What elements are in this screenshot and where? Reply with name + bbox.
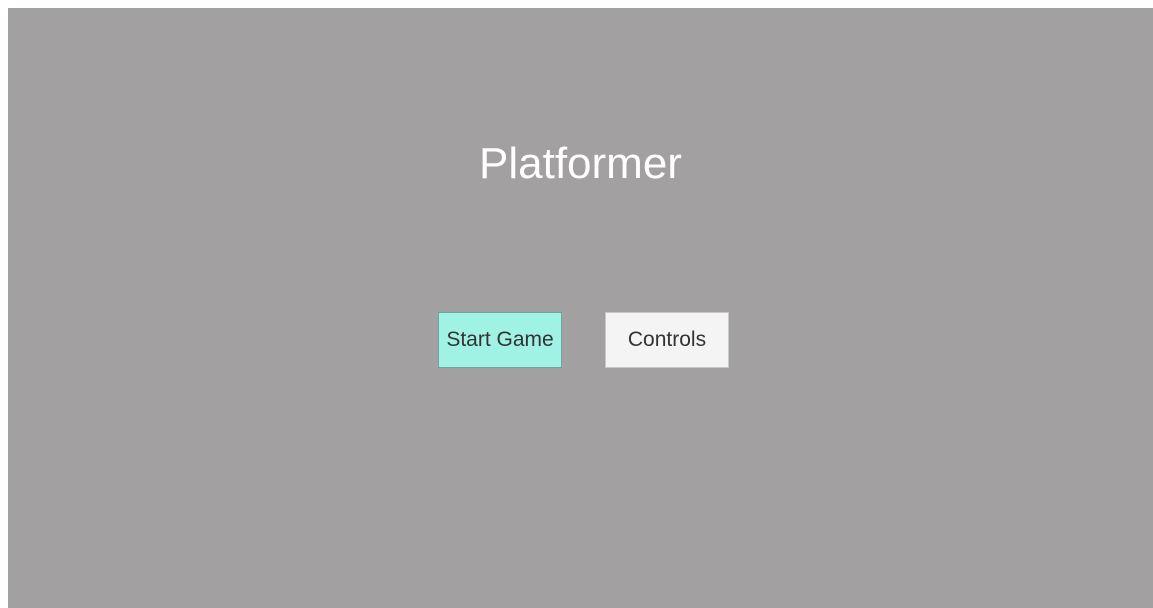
start-game-button[interactable]: Start Game [438, 312, 562, 368]
controls-label: Controls [627, 328, 707, 351]
start-game-label: Start Game [446, 328, 554, 351]
controls-button[interactable]: Controls [605, 312, 729, 368]
main-menu-screen: Platformer Start Game Controls [8, 8, 1153, 608]
game-title: Platformer [479, 139, 682, 188]
